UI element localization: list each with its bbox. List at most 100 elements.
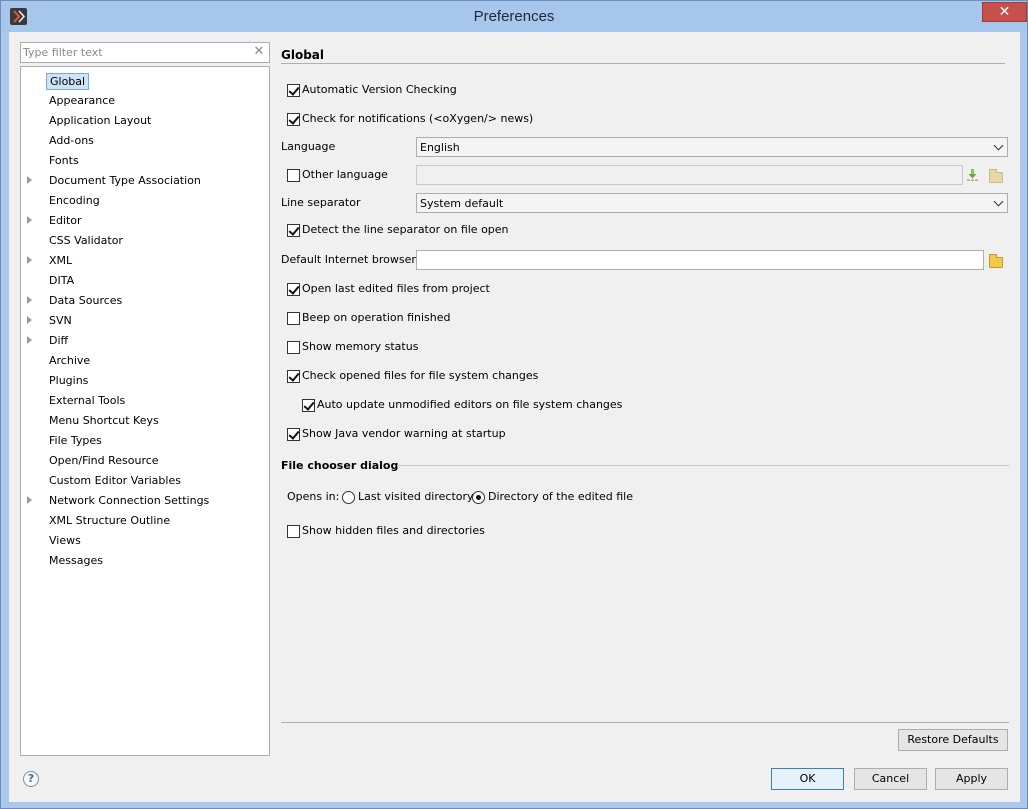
help-icon[interactable]: ? [23, 771, 39, 787]
other-language-field[interactable] [416, 165, 963, 185]
ok-button[interactable]: OK [771, 768, 844, 790]
chevron-down-icon [993, 140, 1004, 151]
restore-defaults-button[interactable]: Restore Defaults [898, 729, 1008, 751]
tree-item-application-layout[interactable]: Application Layout [21, 112, 269, 130]
expand-arrow-icon[interactable] [27, 296, 32, 304]
clear-filter-icon[interactable]: ✕ [252, 45, 266, 59]
section-title: Global [281, 48, 325, 62]
tree-item-label: Messages [49, 554, 103, 567]
auto-update-label: Auto update unmodified editors on file s… [317, 398, 623, 411]
file-chooser-divider [397, 465, 1009, 466]
tree-item-label: Menu Shortcut Keys [49, 414, 159, 427]
tree-item-diff[interactable]: Diff [21, 332, 269, 350]
window-title: Preferences [473, 8, 555, 25]
tree-item-label: Global [46, 73, 90, 90]
last-visited-radio[interactable] [342, 491, 355, 504]
tree-item-global[interactable]: Global [21, 72, 269, 90]
tree-item-document-type-association[interactable]: Document Type Association [21, 172, 269, 190]
expand-arrow-icon[interactable] [27, 216, 32, 224]
language-label: Language [281, 140, 336, 153]
tree-item-label: Encoding [49, 194, 100, 207]
other-language-label: Other language [302, 168, 388, 181]
automatic-version-checking-checkbox[interactable] [287, 84, 300, 97]
show-memory-checkbox[interactable] [287, 341, 300, 354]
tree-item-editor[interactable]: Editor [21, 212, 269, 230]
check-notifications-checkbox[interactable] [287, 113, 300, 126]
expand-arrow-icon[interactable] [27, 496, 32, 504]
tree-item-label: Views [49, 534, 81, 547]
tree-item-label: File Types [49, 434, 102, 447]
tree-item-archive[interactable]: Archive [21, 352, 269, 370]
dialog-client-area: ✕ Global Appearance Application Layout Add-… [9, 32, 1020, 802]
title-bar[interactable]: Preferences ✕ [1, 1, 1027, 32]
tree-item-views[interactable]: Views [21, 532, 269, 550]
opens-in-label: Opens in: [287, 490, 340, 503]
tree-item-appearance[interactable]: Appearance [21, 92, 269, 110]
tree-item-label: Fonts [49, 154, 79, 167]
tree-item-plugins[interactable]: Plugins [21, 372, 269, 390]
close-button[interactable]: ✕ [982, 2, 1027, 22]
language-value: English [420, 141, 460, 154]
tree-item-label: Add-ons [49, 134, 94, 147]
tree-item-label: Open/Find Resource [49, 454, 159, 467]
tree-item-messages[interactable]: Messages [21, 552, 269, 570]
tree-item-network-connection-settings[interactable]: Network Connection Settings [21, 492, 269, 510]
tree-item-label: Plugins [49, 374, 89, 387]
edited-file-directory-label: Directory of the edited file [488, 490, 633, 503]
java-vendor-warning-checkbox[interactable] [287, 428, 300, 441]
tree-item-svn[interactable]: SVN [21, 312, 269, 330]
edited-file-directory-radio[interactable] [472, 491, 485, 504]
bottom-divider [281, 722, 1009, 723]
tree-item-add-ons[interactable]: Add-ons [21, 132, 269, 150]
check-notifications-label: Check for notifications (<oXygen/> news) [302, 112, 534, 125]
expand-arrow-icon[interactable] [27, 336, 32, 344]
tree-item-label: Archive [49, 354, 91, 367]
open-last-edited-checkbox[interactable] [287, 283, 300, 296]
tree-item-custom-editor-variables[interactable]: Custom Editor Variables [21, 472, 269, 490]
filter-input[interactable] [23, 44, 251, 61]
open-last-edited-label: Open last edited files from project [302, 282, 490, 295]
tree-item-label: DITA [49, 274, 75, 287]
download-icon[interactable] [966, 168, 980, 182]
tree-item-xml-structure-outline[interactable]: XML Structure Outline [21, 512, 269, 530]
apply-button[interactable]: Apply [935, 768, 1008, 790]
detect-line-separator-label: Detect the line separator on file open [302, 223, 509, 236]
file-chooser-title: File chooser dialog [281, 459, 399, 472]
tree-item-menu-shortcut-keys[interactable]: Menu Shortcut Keys [21, 412, 269, 430]
last-visited-label: Last visited directory [358, 490, 474, 503]
tree-item-label: Custom Editor Variables [49, 474, 181, 487]
tree-item-data-sources[interactable]: Data Sources [21, 292, 269, 310]
tree-item-external-tools[interactable]: External Tools [21, 392, 269, 410]
beep-on-finish-checkbox[interactable] [287, 312, 300, 325]
tree-item-encoding[interactable]: Encoding [21, 192, 269, 210]
tree-item-label: Document Type Association [49, 174, 201, 187]
folder-icon[interactable] [989, 169, 1003, 183]
preferences-window: Preferences ✕ ✕ Global Appearance Applicat… [0, 0, 1028, 809]
tree-item-fonts[interactable]: Fonts [21, 152, 269, 170]
tree-item-xml[interactable]: XML [21, 252, 269, 270]
default-browser-field[interactable] [416, 250, 984, 270]
expand-arrow-icon[interactable] [27, 256, 32, 264]
show-hidden-files-label: Show hidden files and directories [302, 524, 485, 537]
cancel-button[interactable]: Cancel [854, 768, 927, 790]
folder-icon[interactable] [989, 254, 1003, 268]
tree-item-label: SVN [49, 314, 72, 327]
other-language-checkbox[interactable] [287, 169, 300, 182]
expand-arrow-icon[interactable] [27, 316, 32, 324]
tree-item-open-find-resource[interactable]: Open/Find Resource [21, 452, 269, 470]
tree-item-css-validator[interactable]: CSS Validator [21, 232, 269, 250]
tree-item-file-types[interactable]: File Types [21, 432, 269, 450]
auto-update-checkbox[interactable] [302, 399, 315, 412]
language-select[interactable]: English [416, 137, 1008, 157]
line-separator-label: Line separator [281, 196, 361, 209]
check-opened-files-checkbox[interactable] [287, 370, 300, 383]
expand-arrow-icon[interactable] [27, 176, 32, 184]
line-separator-select[interactable]: System default [416, 193, 1008, 213]
tree-item-label: Diff [49, 334, 69, 347]
show-memory-label: Show memory status [302, 340, 419, 353]
tree-item-dita[interactable]: DITA [21, 272, 269, 290]
automatic-version-checking-label: Automatic Version Checking [302, 83, 457, 96]
show-hidden-files-checkbox[interactable] [287, 525, 300, 538]
detect-line-separator-checkbox[interactable] [287, 224, 300, 237]
default-browser-label: Default Internet browser [281, 253, 416, 266]
